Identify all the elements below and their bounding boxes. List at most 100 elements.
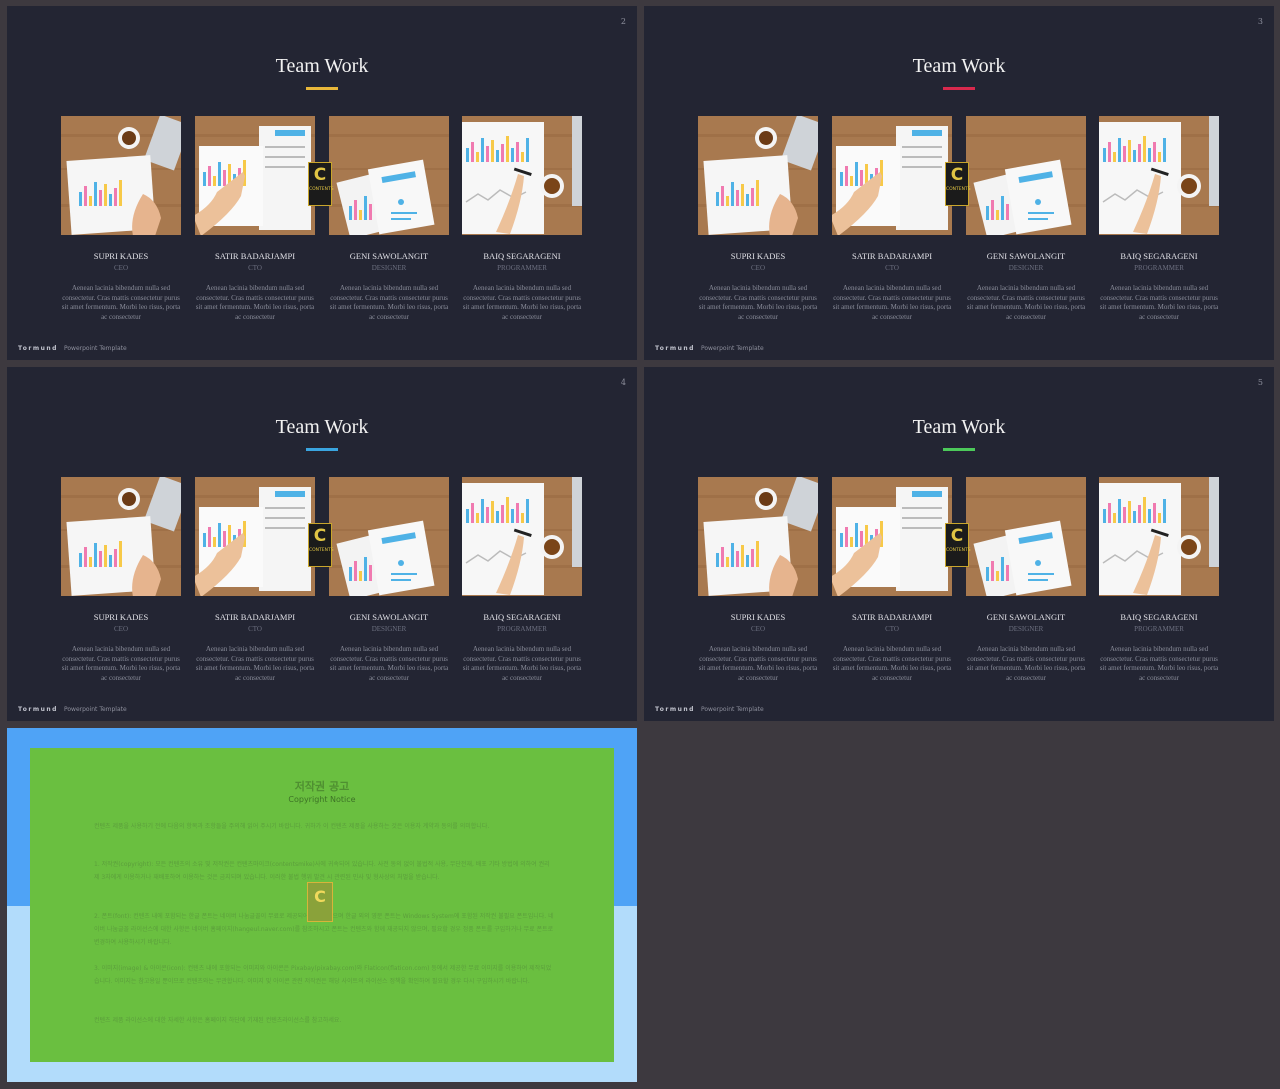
desk-photo-image <box>195 116 315 235</box>
watermark-text: CONTENTS <box>309 548 334 553</box>
desk-photo-image <box>61 116 181 235</box>
member-photo <box>966 477 1086 596</box>
watermark-logo-icon: C CONTENTS <box>945 523 971 567</box>
member-photo <box>329 116 449 235</box>
desk-photo-image <box>462 116 582 235</box>
member-photo <box>462 116 582 235</box>
member-description: Aenean lacinia bibendum nulla sed consec… <box>832 645 952 682</box>
page-number: 2 <box>620 17 626 26</box>
team-member-card: BAIQ SEGARAGENI PROGRAMMER Aenean lacini… <box>462 116 582 321</box>
copyright-title: 저작권 공고 <box>294 780 350 793</box>
member-name: BAIQ SEGARAGENI <box>1120 251 1198 261</box>
member-name: SATIR BADARJAMPI <box>851 612 933 622</box>
footer-text: Powerpoint Template <box>700 345 764 352</box>
member-name: SUPRI KADES <box>730 612 786 622</box>
member-role: CTO <box>885 264 899 272</box>
member-photo <box>1099 116 1219 235</box>
member-role: PROGRAMMER <box>497 625 547 633</box>
member-name: SATIR BADARJAMPI <box>214 612 296 622</box>
team-member-card: SATIR BADARJAMPI CTO Aenean lacinia bibe… <box>195 477 315 682</box>
slide-footer: Tormund Powerpoint Template <box>18 706 127 713</box>
member-description: Aenean lacinia bibendum nulla sed consec… <box>195 284 315 321</box>
member-role: CEO <box>751 625 765 633</box>
desk-photo-image <box>61 477 181 596</box>
team-member-card: SUPRI KADES CEO Aenean lacinia bibendum … <box>61 116 181 321</box>
team-member-card: SUPRI KADES CEO Aenean lacinia bibendum … <box>698 477 818 682</box>
team-member-card: BAIQ SEGARAGENI PROGRAMMER Aenean lacini… <box>1099 116 1219 321</box>
desk-photo-image <box>832 477 952 596</box>
member-description: Aenean lacinia bibendum nulla sed consec… <box>61 284 181 321</box>
team-member-card: SATIR BADARJAMPI CTO Aenean lacinia bibe… <box>832 116 952 321</box>
member-description: Aenean lacinia bibendum nulla sed consec… <box>1099 645 1219 682</box>
member-photo <box>61 477 181 596</box>
watermark-logo-icon: C CONTENTS <box>945 162 971 206</box>
member-description: Aenean lacinia bibendum nulla sed consec… <box>61 645 181 682</box>
desk-photo-image <box>329 116 449 235</box>
member-name: GENI SAWOLANGIT <box>986 251 1066 261</box>
footer-text: Powerpoint Template <box>63 345 127 352</box>
member-description: Aenean lacinia bibendum nulla sed consec… <box>698 645 818 682</box>
desk-photo-image <box>966 116 1086 235</box>
footer-brand: Tormund <box>18 706 58 713</box>
title-underline <box>943 87 975 90</box>
member-description: Aenean lacinia bibendum nulla sed consec… <box>329 284 449 321</box>
member-name: GENI SAWOLANGIT <box>349 612 429 622</box>
watermark-letter: C <box>314 887 326 906</box>
member-description: Aenean lacinia bibendum nulla sed consec… <box>195 645 315 682</box>
slide-footer: Tormund Powerpoint Template <box>655 345 764 352</box>
member-role: DESIGNER <box>1008 264 1044 272</box>
page-number: 3 <box>1257 17 1263 26</box>
watermark-text: CONTENTS <box>946 187 971 192</box>
copyright-paragraph: 1. 저작권(copyright): 모든 컨텐츠의 소유 및 저작권은 컨텐츠… <box>94 861 550 881</box>
slide-title: Team Work <box>275 416 369 438</box>
copyright-card: 저작권 공고 Copyright Notice 컨텐츠 제품을 사용하기 전에 … <box>30 748 614 1062</box>
member-photo <box>1099 477 1219 596</box>
member-photo <box>698 116 818 235</box>
slide-thumbnail[interactable]: 3 Team Work SUPRI KADES CEO Aenean lacin… <box>644 6 1274 360</box>
team-member-card: SATIR BADARJAMPI CTO Aenean lacinia bibe… <box>832 477 952 682</box>
member-photo <box>966 116 1086 235</box>
slide-title: Team Work <box>912 55 1006 77</box>
watermark-text: CONTENTS <box>309 187 334 192</box>
slide-footer: Tormund Powerpoint Template <box>18 345 127 352</box>
member-name: SUPRI KADES <box>93 612 149 622</box>
desk-photo-image <box>462 477 582 596</box>
slide-thumbnail[interactable]: 4 Team Work SUPRI KADES CEO Aenean lacin… <box>7 367 637 721</box>
copyright-slide[interactable]: 저작권 공고 Copyright Notice 컨텐츠 제품을 사용하기 전에 … <box>7 728 637 1082</box>
slide-thumbnail[interactable]: 5 Team Work SUPRI KADES CEO Aenean lacin… <box>644 367 1274 721</box>
footer-text: Powerpoint Template <box>700 706 764 713</box>
title-underline <box>306 448 338 451</box>
member-name: BAIQ SEGARAGENI <box>1120 612 1198 622</box>
member-description: Aenean lacinia bibendum nulla sed consec… <box>966 284 1086 321</box>
desk-photo-image <box>1099 477 1219 596</box>
desk-photo-image <box>195 477 315 596</box>
member-role: DESIGNER <box>371 264 407 272</box>
member-description: Aenean lacinia bibendum nulla sed consec… <box>832 284 952 321</box>
team-member-card: GENI SAWOLANGIT DESIGNER Aenean lacinia … <box>329 477 449 682</box>
member-role: DESIGNER <box>1008 625 1044 633</box>
member-photo <box>832 116 952 235</box>
footer-brand: Tormund <box>18 345 58 352</box>
footer-text: Powerpoint Template <box>63 706 127 713</box>
slide-footer: Tormund Powerpoint Template <box>655 706 764 713</box>
member-photo <box>462 477 582 596</box>
watermark-letter: C <box>313 165 327 185</box>
member-name: SUPRI KADES <box>730 251 786 261</box>
member-description: Aenean lacinia bibendum nulla sed consec… <box>329 645 449 682</box>
member-description: Aenean lacinia bibendum nulla sed consec… <box>698 284 818 321</box>
desk-photo-image <box>698 116 818 235</box>
member-description: Aenean lacinia bibendum nulla sed consec… <box>966 645 1086 682</box>
team-member-card: GENI SAWOLANGIT DESIGNER Aenean lacinia … <box>966 116 1086 321</box>
member-role: PROGRAMMER <box>497 264 547 272</box>
member-description: Aenean lacinia bibendum nulla sed consec… <box>462 645 582 682</box>
watermark-letter: C <box>950 165 964 185</box>
member-name: BAIQ SEGARAGENI <box>483 612 561 622</box>
watermark-text: CONTENTS <box>946 548 971 553</box>
member-name: BAIQ SEGARAGENI <box>483 251 561 261</box>
slide-thumbnail[interactable]: 2 Team Work SUPRI KADES CEO Aenean lacin… <box>7 6 637 360</box>
footer-brand: Tormund <box>655 706 695 713</box>
member-name: GENI SAWOLANGIT <box>349 251 429 261</box>
footer-brand: Tormund <box>655 345 695 352</box>
desk-photo-image <box>1099 116 1219 235</box>
page-number: 4 <box>620 378 626 387</box>
